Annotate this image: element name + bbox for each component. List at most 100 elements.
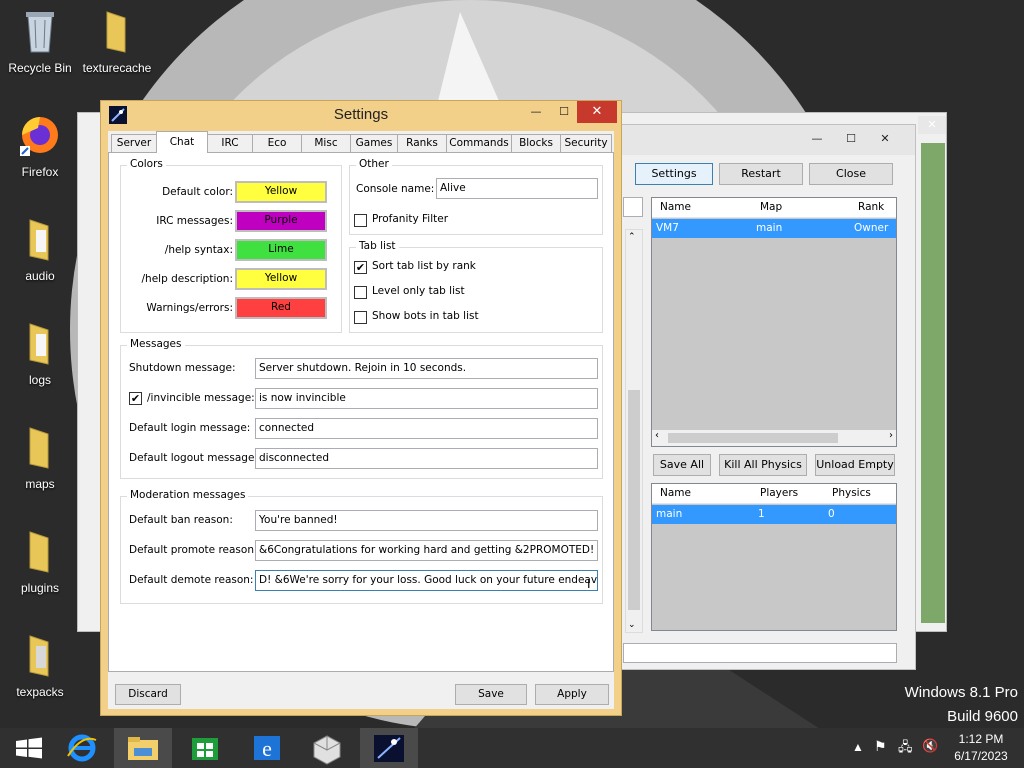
show-bots-label: Show bots in tab list — [372, 310, 479, 322]
players-list-header: Name Map Rank — [652, 198, 896, 218]
tab-irc[interactable]: IRC — [207, 134, 253, 152]
irc-messages-color-button[interactable]: Purple — [235, 210, 327, 232]
shutdown-message-label: Shutdown message: — [129, 362, 236, 374]
settings-button[interactable]: Settings — [635, 163, 713, 185]
tab-ranks[interactable]: Ranks — [397, 134, 447, 152]
sort-tab-list-checkbox[interactable]: ✔ — [354, 261, 367, 274]
irc-messages-label: IRC messages: — [156, 215, 233, 227]
scroll-left-icon[interactable]: ‹ — [655, 430, 659, 441]
internet-explorer-icon[interactable] — [54, 728, 112, 768]
desktop-icon-recycle-bin[interactable]: Recycle Bin — [0, 8, 80, 75]
help-description-color-button[interactable]: Yellow — [235, 268, 327, 290]
close-icon[interactable]: ✕ — [918, 116, 946, 134]
scroll-right-icon[interactable]: › — [889, 430, 893, 441]
desktop-icon-logs[interactable]: logs — [0, 320, 80, 387]
settings-window: Settings — ☐ ✕ Server Chat IRC Eco Misc … — [100, 100, 622, 716]
map-players: 1 — [758, 508, 765, 520]
apply-button[interactable]: Apply — [535, 684, 609, 705]
discard-button[interactable]: Discard — [115, 684, 181, 705]
close-icon[interactable]: ✕ — [871, 129, 899, 149]
log-scrollbar[interactable]: ⌃ ⌄ — [625, 229, 643, 633]
tab-commands[interactable]: Commands — [446, 134, 512, 152]
promote-reason-input[interactable]: &6Congratulations for working hard and g… — [255, 540, 598, 561]
desktop-icon-firefox[interactable]: Firefox — [0, 112, 80, 179]
shutdown-message-input[interactable]: Server shutdown. Rejoin in 10 seconds. — [255, 358, 598, 379]
show-bots-checkbox[interactable] — [354, 311, 367, 324]
default-color-button[interactable]: Yellow — [235, 181, 327, 203]
tab-misc[interactable]: Misc — [301, 134, 351, 152]
command-input[interactable] — [623, 643, 897, 663]
console-name-input[interactable]: Alive — [436, 178, 598, 199]
desktop-icon-label: maps — [25, 477, 55, 491]
other-group: Other Console name: Alive Profanity Filt… — [349, 158, 603, 235]
warnings-errors-color-button[interactable]: Red — [235, 297, 327, 319]
close-icon[interactable]: ✕ — [577, 101, 617, 123]
desktop-icon-label: Recycle Bin — [8, 61, 72, 75]
login-message-input[interactable]: connected — [255, 418, 598, 439]
maps-list[interactable]: Name Players Physics main 1 0 — [651, 483, 897, 631]
close-button[interactable]: Close — [809, 163, 893, 185]
desktop-icon-texpacks[interactable]: texpacks — [0, 632, 80, 699]
tab-security[interactable]: Security — [560, 134, 612, 152]
folder-icon — [29, 323, 49, 365]
tab-server[interactable]: Server — [111, 134, 157, 152]
desktop-icon-label: texturecache — [82, 61, 152, 75]
logout-message-input[interactable]: disconnected — [255, 448, 598, 469]
taskbar-clock[interactable]: 1:12 PM 6/17/2023 — [946, 732, 1016, 763]
column-header-name[interactable]: Name — [660, 487, 691, 499]
horizontal-scrollbar[interactable]: ‹ › — [652, 430, 896, 446]
show-hidden-icons[interactable]: ▲ — [852, 740, 864, 754]
column-header-physics[interactable]: Physics — [832, 487, 871, 499]
save-all-button[interactable]: Save All — [653, 454, 711, 476]
minimize-icon[interactable]: — — [803, 129, 831, 149]
table-row[interactable]: VM7 main Owner — [652, 219, 896, 238]
column-header-name[interactable]: Name — [660, 201, 691, 213]
tab-eco[interactable]: Eco — [252, 134, 302, 152]
invincible-message-checkbox[interactable]: ✔ — [129, 392, 142, 405]
network-icon[interactable]: 🖧 — [898, 738, 913, 760]
action-center-flag-icon[interactable]: ⚑ — [874, 738, 887, 755]
help-syntax-color-button[interactable]: Lime — [235, 239, 327, 261]
classicube-icon[interactable] — [298, 728, 356, 768]
invincible-message-input[interactable]: is now invincible — [255, 388, 598, 409]
scrollbar-thumb[interactable] — [628, 390, 640, 610]
players-list[interactable]: Name Map Rank VM7 main Owner ‹ › — [651, 197, 897, 447]
maximize-icon[interactable]: ☐ — [837, 129, 865, 149]
save-button[interactable]: Save — [455, 684, 527, 705]
minimize-icon[interactable]: — — [523, 103, 549, 123]
desktop-icon-audio[interactable]: audio — [0, 216, 80, 283]
tab-blocks[interactable]: Blocks — [511, 134, 561, 152]
folder-icon — [29, 635, 49, 677]
demote-reason-label: Default demote reason: — [129, 574, 254, 586]
scroll-down-icon[interactable]: ⌄ — [628, 620, 636, 630]
folder-icon — [106, 11, 126, 53]
column-header-players[interactable]: Players — [760, 487, 798, 499]
volume-muted-icon[interactable]: 🔇 — [922, 738, 938, 754]
tab-games[interactable]: Games — [350, 134, 398, 152]
column-header-map[interactable]: Map — [760, 201, 782, 213]
restart-button[interactable]: Restart — [719, 163, 803, 185]
settings-tabbar: Server Chat IRC Eco Misc Games Ranks Com… — [108, 131, 614, 153]
desktop-icon-maps[interactable]: maps — [0, 424, 80, 491]
maximize-icon[interactable]: ☐ — [551, 103, 577, 123]
file-explorer-icon[interactable] — [114, 728, 172, 768]
server-app-icon[interactable] — [360, 728, 418, 768]
internet-explorer-icon[interactable]: e — [238, 728, 296, 768]
scroll-up-icon[interactable]: ⌃ — [628, 232, 636, 242]
desktop-icon-plugins[interactable]: plugins — [0, 528, 80, 595]
profanity-filter-label: Profanity Filter — [372, 213, 449, 225]
desktop-icon-texturecache[interactable]: texturecache — [77, 8, 157, 75]
input-field-partial[interactable] — [623, 197, 643, 217]
ban-reason-input[interactable]: You're banned! — [255, 510, 598, 531]
table-row[interactable]: main 1 0 — [652, 505, 896, 524]
level-only-checkbox[interactable] — [354, 286, 367, 299]
kill-all-physics-button[interactable]: Kill All Physics — [719, 454, 807, 476]
start-windows-icon[interactable] — [0, 728, 58, 768]
demote-reason-input[interactable]: D! &6We're sorry for your loss. Good luc… — [255, 570, 598, 591]
store-icon[interactable] — [176, 728, 234, 768]
scrollbar-thumb[interactable] — [668, 433, 838, 443]
tab-chat[interactable]: Chat — [156, 131, 208, 153]
profanity-filter-checkbox[interactable] — [354, 214, 367, 227]
unload-empty-button[interactable]: Unload Empty — [815, 454, 895, 476]
column-header-rank[interactable]: Rank — [858, 201, 884, 213]
